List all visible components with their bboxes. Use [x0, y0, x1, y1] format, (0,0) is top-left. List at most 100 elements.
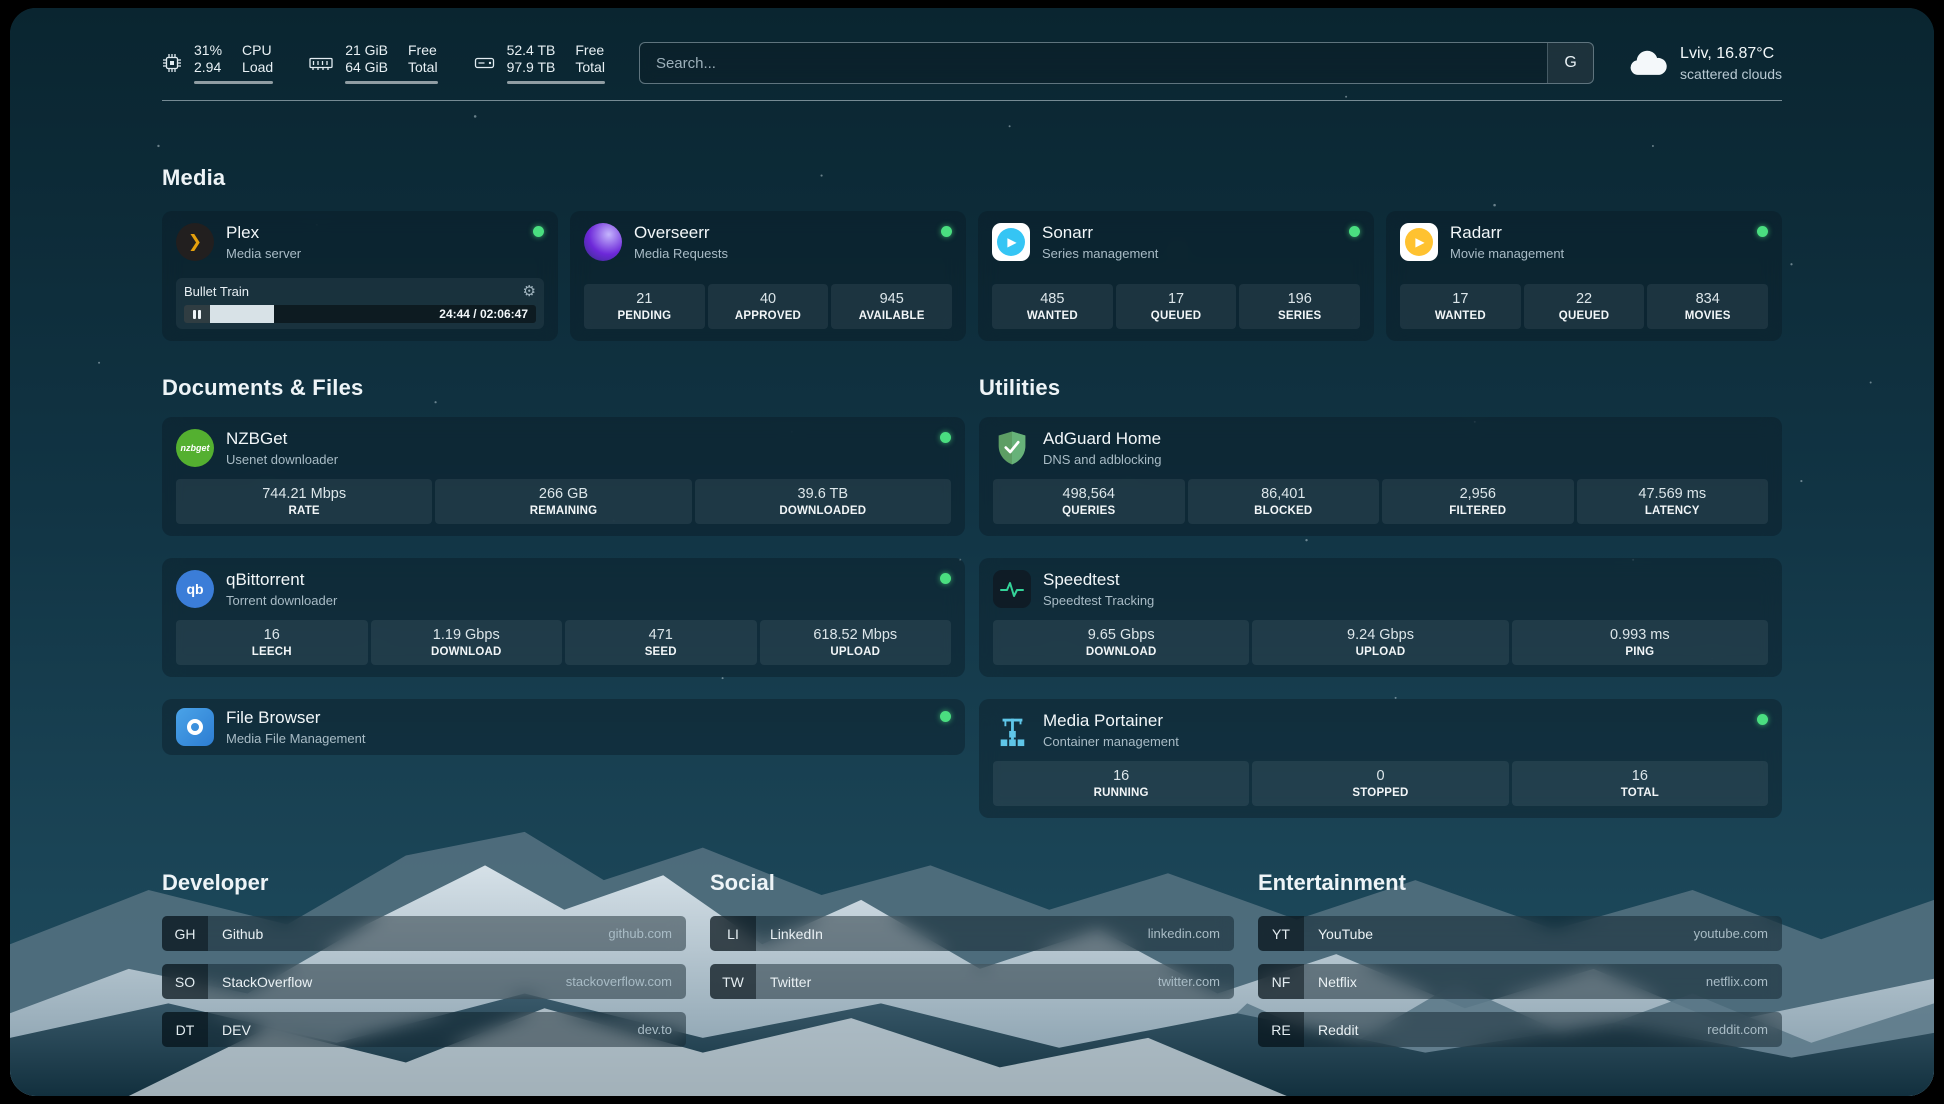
service-name: File Browser — [226, 708, 365, 728]
memory-usage-bar — [345, 81, 437, 84]
service-name: Overseerr — [634, 223, 728, 243]
stat-value: 744.21 Mbps — [180, 486, 428, 502]
stat-block: 21 PENDING — [584, 284, 705, 329]
header-divider — [162, 100, 1782, 101]
service-card-radarr[interactable]: ▶ Radarr Movie management 17 WANTED — [1386, 211, 1782, 341]
service-name: NZBGet — [226, 429, 338, 449]
section-title-developer: Developer — [162, 870, 686, 896]
bookmark-youtube[interactable]: YT YouTube youtube.com — [1258, 916, 1782, 951]
bookmark-abbr: GH — [162, 916, 208, 951]
service-card-filebrowser[interactable]: File Browser Media File Management — [162, 699, 965, 755]
service-card-plex[interactable]: ❯ Plex Media server Bullet Train ⚙ — [162, 211, 558, 341]
service-card-adguard[interactable]: AdGuard Home DNS and adblocking 498,564 … — [979, 417, 1782, 536]
bookmark-abbr: RE — [1258, 1012, 1304, 1047]
service-description: Container management — [1043, 734, 1179, 749]
service-card-portainer[interactable]: Media Portainer Container management 16 … — [979, 699, 1782, 818]
bookmark-github[interactable]: GH Github github.com — [162, 916, 686, 951]
status-dot-online — [940, 711, 951, 722]
stat-label: TOTAL — [1516, 787, 1764, 799]
service-description: Series management — [1042, 246, 1158, 261]
stat-label: AVAILABLE — [835, 310, 948, 322]
dashboard-window: 31% 2.94 CPU Load — [10, 8, 1934, 1096]
stat-value: 266 GB — [439, 486, 687, 502]
service-description: Media Requests — [634, 246, 728, 261]
stat-label: LATENCY — [1581, 505, 1765, 517]
service-description: Speedtest Tracking — [1043, 593, 1154, 608]
service-card-overseerr[interactable]: Overseerr Media Requests 21 PENDING 40 A… — [570, 211, 966, 341]
stat-label: QUEUED — [1120, 310, 1233, 322]
stat-value: 16 — [180, 627, 364, 643]
playback-time: 24:44 / 02:06:47 — [439, 307, 528, 321]
stat-label: STOPPED — [1256, 787, 1504, 799]
status-dot-online — [533, 226, 544, 237]
stat-value: 0.993 ms — [1516, 627, 1764, 643]
bookmark-name: Reddit — [1318, 1022, 1358, 1038]
stat-value: 40 — [712, 291, 825, 307]
stat-value: 86,401 — [1192, 486, 1376, 502]
bookmark-abbr: DT — [162, 1012, 208, 1047]
bookmark-group-developer: Developer GH Github github.com SO StackO… — [162, 870, 686, 1047]
bookmark-abbr: LI — [710, 916, 756, 951]
service-description: Media server — [226, 246, 301, 261]
service-card-qbittorrent[interactable]: qb qBittorrent Torrent downloader 16 LEE… — [162, 558, 965, 677]
bookmark-reddit[interactable]: RE Reddit reddit.com — [1258, 1012, 1782, 1047]
stat-block: 618.52 Mbps UPLOAD — [760, 620, 952, 665]
bookmark-linkedin[interactable]: LI LinkedIn linkedin.com — [710, 916, 1234, 951]
resource-widgets: 31% 2.94 CPU Load — [162, 42, 605, 84]
stat-label: MOVIES — [1651, 310, 1764, 322]
stat-block: 2,956 FILTERED — [1382, 479, 1574, 524]
bookmark-twitter[interactable]: TW Twitter twitter.com — [710, 964, 1234, 999]
stat-label: RATE — [180, 505, 428, 517]
playback-progress-bar: 24:44 / 02:06:47 — [184, 305, 536, 323]
stat-label: PENDING — [588, 310, 701, 322]
stat-value: 471 — [569, 627, 753, 643]
bookmark-netflix[interactable]: NF Netflix netflix.com — [1258, 964, 1782, 999]
memory-icon — [309, 55, 333, 72]
bookmark-stackoverflow[interactable]: SO StackOverflow stackoverflow.com — [162, 964, 686, 999]
service-name: AdGuard Home — [1043, 429, 1162, 449]
memory-widget: 21 GiB 64 GiB Free Total — [309, 42, 437, 84]
service-description: Movie management — [1450, 246, 1564, 261]
service-card-speedtest[interactable]: Speedtest Speedtest Tracking 9.65 Gbps D… — [979, 558, 1782, 677]
service-card-nzbget[interactable]: nzbget NZBGet Usenet downloader 744.21 M… — [162, 417, 965, 536]
stat-block: 86,401 BLOCKED — [1188, 479, 1380, 524]
bookmark-name: Github — [222, 926, 263, 942]
gear-icon[interactable]: ⚙ — [523, 284, 536, 299]
top-bar: 31% 2.94 CPU Load — [162, 8, 1782, 84]
stat-value: 22 — [1528, 291, 1641, 307]
stat-value: 9.24 Gbps — [1256, 627, 1504, 643]
bookmark-group-entertainment: Entertainment YT YouTube youtube.com NF … — [1258, 870, 1782, 1047]
sonarr-icon: ▶ — [992, 223, 1030, 261]
now-playing-panel: Bullet Train ⚙ 24:44 / 02:06:47 — [176, 278, 544, 329]
stat-label: UPLOAD — [1256, 646, 1504, 658]
bookmark-name: Netflix — [1318, 974, 1357, 990]
pause-button[interactable] — [184, 305, 210, 323]
stat-value: 17 — [1404, 291, 1517, 307]
stat-label: RUNNING — [997, 787, 1245, 799]
cpu-values: 31% 2.94 — [194, 42, 222, 76]
stat-label: DOWNLOAD — [997, 646, 1245, 658]
nzbget-icon: nzbget — [176, 429, 214, 467]
cpu-icon — [162, 53, 182, 73]
stat-value: 16 — [1516, 768, 1764, 784]
stat-value: 834 — [1651, 291, 1764, 307]
stat-block: 0.993 ms PING — [1512, 620, 1768, 665]
stat-value: 17 — [1120, 291, 1233, 307]
bookmark-url: stackoverflow.com — [566, 974, 672, 989]
plex-icon: ❯ — [176, 223, 214, 261]
disk-icon — [474, 54, 495, 72]
stat-block: 16 LEECH — [176, 620, 368, 665]
stat-block: 498,564 QUERIES — [993, 479, 1185, 524]
stat-value: 498,564 — [997, 486, 1181, 502]
stat-label: UPLOAD — [764, 646, 948, 658]
weather-location: Lviv, 16.87°C — [1680, 45, 1782, 63]
bookmark-dev[interactable]: DT DEV dev.to — [162, 1012, 686, 1047]
filebrowser-icon — [176, 708, 214, 746]
now-playing-title: Bullet Train — [184, 284, 249, 299]
service-card-sonarr[interactable]: ▶ Sonarr Series management 485 WANTED — [978, 211, 1374, 341]
search-input[interactable] — [640, 43, 1547, 83]
cpu-load: 2.94 — [194, 59, 222, 76]
search-bar: G — [639, 42, 1594, 84]
search-provider-button[interactable]: G — [1547, 43, 1593, 83]
stat-block: 0 STOPPED — [1252, 761, 1508, 806]
